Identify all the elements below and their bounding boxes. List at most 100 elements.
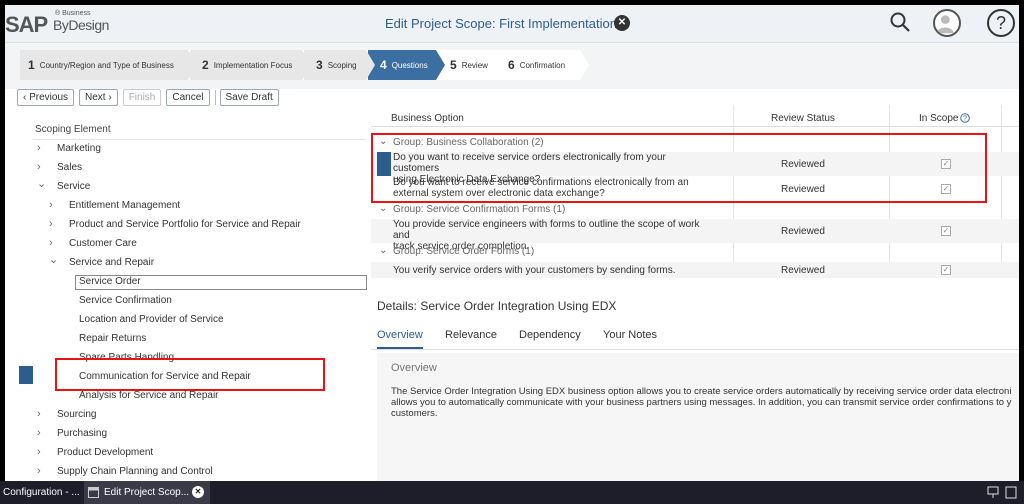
tree-item-repair-returns[interactable]: Repair Returns: [5, 330, 365, 348]
table-row[interactable]: You provide service engineers with forms…: [371, 219, 1019, 252]
tree-item-service-and-repair[interactable]: ⌄ Service and Repair: [5, 254, 365, 272]
col-business-option[interactable]: Business Option: [391, 113, 464, 124]
sap-logo[interactable]: SAP ® Business ByDesign: [5, 8, 125, 38]
tab-dependency[interactable]: Dependency: [519, 329, 581, 341]
chevron-right-icon[interactable]: ›: [37, 142, 47, 154]
finish-button[interactable]: Finish: [122, 88, 162, 106]
tree-item-service-order[interactable]: Service Order: [5, 273, 365, 291]
step-label: Review: [461, 60, 488, 70]
in-scope-checkbox[interactable]: ✓: [941, 226, 951, 236]
table-header: Business Option Review Status In Scope ?: [371, 105, 1019, 127]
tree-header: Scoping Element: [35, 124, 111, 135]
chevron-right-icon[interactable]: ›: [37, 427, 47, 439]
avatar[interactable]: [933, 9, 961, 37]
svg-text:?: ?: [963, 116, 967, 123]
tree-item-service[interactable]: ⌄ Service: [5, 178, 365, 196]
step-label: Confirmation: [519, 60, 566, 70]
page-title: Edit Project Scope: First Implementation: [385, 16, 617, 31]
close-icon[interactable]: ✕: [614, 15, 630, 31]
tree-item-label: Service: [57, 181, 91, 192]
tree-item-label: Service Confirmation: [79, 295, 172, 306]
chevron-down-icon[interactable]: ⌄: [37, 177, 47, 190]
next-button[interactable]: Next ›: [79, 88, 118, 106]
chevron-right-icon[interactable]: ›: [49, 218, 59, 230]
overview-text: The Service Order Integration Using EDX …: [391, 386, 1019, 419]
table-row[interactable]: You verify service orders with your cust…: [371, 262, 1019, 278]
tree-item-entitlement-management[interactable]: › Entitlement Management: [5, 197, 365, 215]
window-icon: [88, 487, 99, 498]
chevron-right-icon[interactable]: ›: [49, 237, 59, 249]
search-icon[interactable]: [889, 11, 911, 33]
taskbar-item-edit-project-scope[interactable]: Edit Project Scop... ✕: [84, 481, 210, 504]
tree-item-location-provider[interactable]: Location and Provider of Service: [5, 311, 365, 329]
taskbar-item-label: Edit Project Scop...: [104, 487, 190, 498]
logo-super-text: ® Business: [55, 10, 91, 17]
chevron-right-icon[interactable]: ›: [37, 446, 47, 458]
user-icon: [936, 15, 954, 34]
tab-relevance[interactable]: Relevance: [445, 329, 497, 341]
tree-item-purchasing[interactable]: › Purchasing: [5, 425, 365, 443]
tree-item-sales[interactable]: › Sales: [5, 159, 365, 177]
roadmap-step-questions[interactable]: 4 Questions: [368, 50, 445, 80]
tree-item-marketing[interactable]: › Marketing: [5, 140, 365, 158]
previous-button[interactable]: ‹ Previous: [17, 88, 75, 106]
chevron-right-icon[interactable]: ›: [49, 199, 59, 211]
taskbar-item-configuration[interactable]: Configuration - ...: [0, 481, 82, 504]
chevron-down-icon[interactable]: ⌄: [379, 245, 387, 256]
overview-panel: Overview The Service Order Integration U…: [377, 353, 1019, 481]
tab-your-notes[interactable]: Your Notes: [603, 329, 657, 341]
tree-item-supply-chain-planning[interactable]: › Supply Chain Planning and Control: [5, 463, 365, 481]
cancel-button[interactable]: Cancel: [166, 88, 210, 106]
shell-bar: SAP ® Business ByDesign Edit Project Sco…: [5, 5, 1019, 43]
tree-item-label: Repair Returns: [79, 333, 147, 344]
tree-item-sourcing[interactable]: › Sourcing: [5, 406, 365, 424]
tab-overview[interactable]: Overview: [377, 329, 423, 341]
step-number: 5: [450, 58, 457, 72]
step-label: Implementation Focus: [213, 60, 293, 70]
tree-item-label: Location and Provider of Service: [79, 314, 224, 325]
tree-item-analysis-service-repair[interactable]: Analysis for Service and Repair: [5, 387, 365, 405]
save-draft-button[interactable]: Save Draft: [219, 88, 279, 106]
step-number: 2: [202, 58, 209, 72]
tree-item-product-service-portfolio[interactable]: › Product and Service Portfolio for Serv…: [5, 216, 365, 234]
tree-item-label: Service Order: [79, 276, 141, 287]
step-label: Country/Region and Type of Business: [39, 60, 174, 70]
col-in-scope[interactable]: In Scope: [919, 113, 958, 124]
review-status: Reviewed: [781, 226, 825, 237]
help-icon[interactable]: ?: [987, 9, 1015, 37]
chevron-down-icon[interactable]: ⌄: [49, 253, 59, 266]
notification-icon[interactable]: [1005, 486, 1017, 499]
highlight-box-table: [371, 133, 987, 203]
close-icon[interactable]: ✕: [192, 486, 204, 498]
chevron-right-icon[interactable]: ›: [37, 465, 47, 477]
network-icon[interactable]: [987, 486, 999, 499]
in-scope-checkbox[interactable]: ✓: [941, 265, 951, 275]
roadmap-step-implementation-focus[interactable]: 2 Implementation Focus: [190, 50, 311, 80]
roadmap-step-review[interactable]: 5 Review: [438, 50, 505, 80]
option-line: You provide service engineers with forms…: [393, 219, 700, 241]
roadmap-step-country[interactable]: 1 Country/Region and Type of Business: [20, 50, 197, 80]
group-header[interactable]: ⌄ Group: Service Order Forms (1): [377, 245, 1017, 260]
tree-item-label: Customer Care: [69, 238, 137, 249]
scoping-tree: Scoping Element › Marketing › Sales ⌄ Se…: [5, 113, 369, 481]
overview-line: customers.: [391, 408, 438, 419]
chevron-right-icon[interactable]: ›: [37, 161, 47, 173]
chevron-right-icon[interactable]: ›: [37, 408, 47, 420]
roadmap-step-scoping[interactable]: 3 Scoping: [304, 50, 375, 80]
roadmap: 1 Country/Region and Type of Business 2 …: [20, 50, 589, 80]
tree-item-label: Supply Chain Planning and Control: [57, 466, 213, 477]
business-option-text: You verify service orders with your cust…: [393, 265, 713, 276]
tree-item-service-confirmation[interactable]: Service Confirmation: [5, 292, 365, 310]
roadmap-step-confirmation[interactable]: 6 Confirmation: [498, 50, 589, 80]
col-review-status[interactable]: Review Status: [771, 113, 835, 124]
tree-item-customer-care[interactable]: › Customer Care: [5, 235, 365, 253]
info-icon[interactable]: ?: [960, 113, 970, 123]
tree-item-label: Product and Service Portfolio for Servic…: [69, 219, 301, 230]
step-number: 4: [380, 58, 387, 72]
step-number: 3: [316, 58, 323, 72]
overview-line: allows you to automatically communicate …: [391, 397, 1012, 408]
group-header[interactable]: ⌄ Group: Service Confirmation Forms (1): [377, 203, 1017, 218]
toolbar: ‹ Previous Next › Finish Cancel Save Dra…: [17, 88, 284, 106]
chevron-down-icon[interactable]: ⌄: [379, 203, 387, 214]
tree-item-product-development[interactable]: › Product Development: [5, 444, 365, 462]
